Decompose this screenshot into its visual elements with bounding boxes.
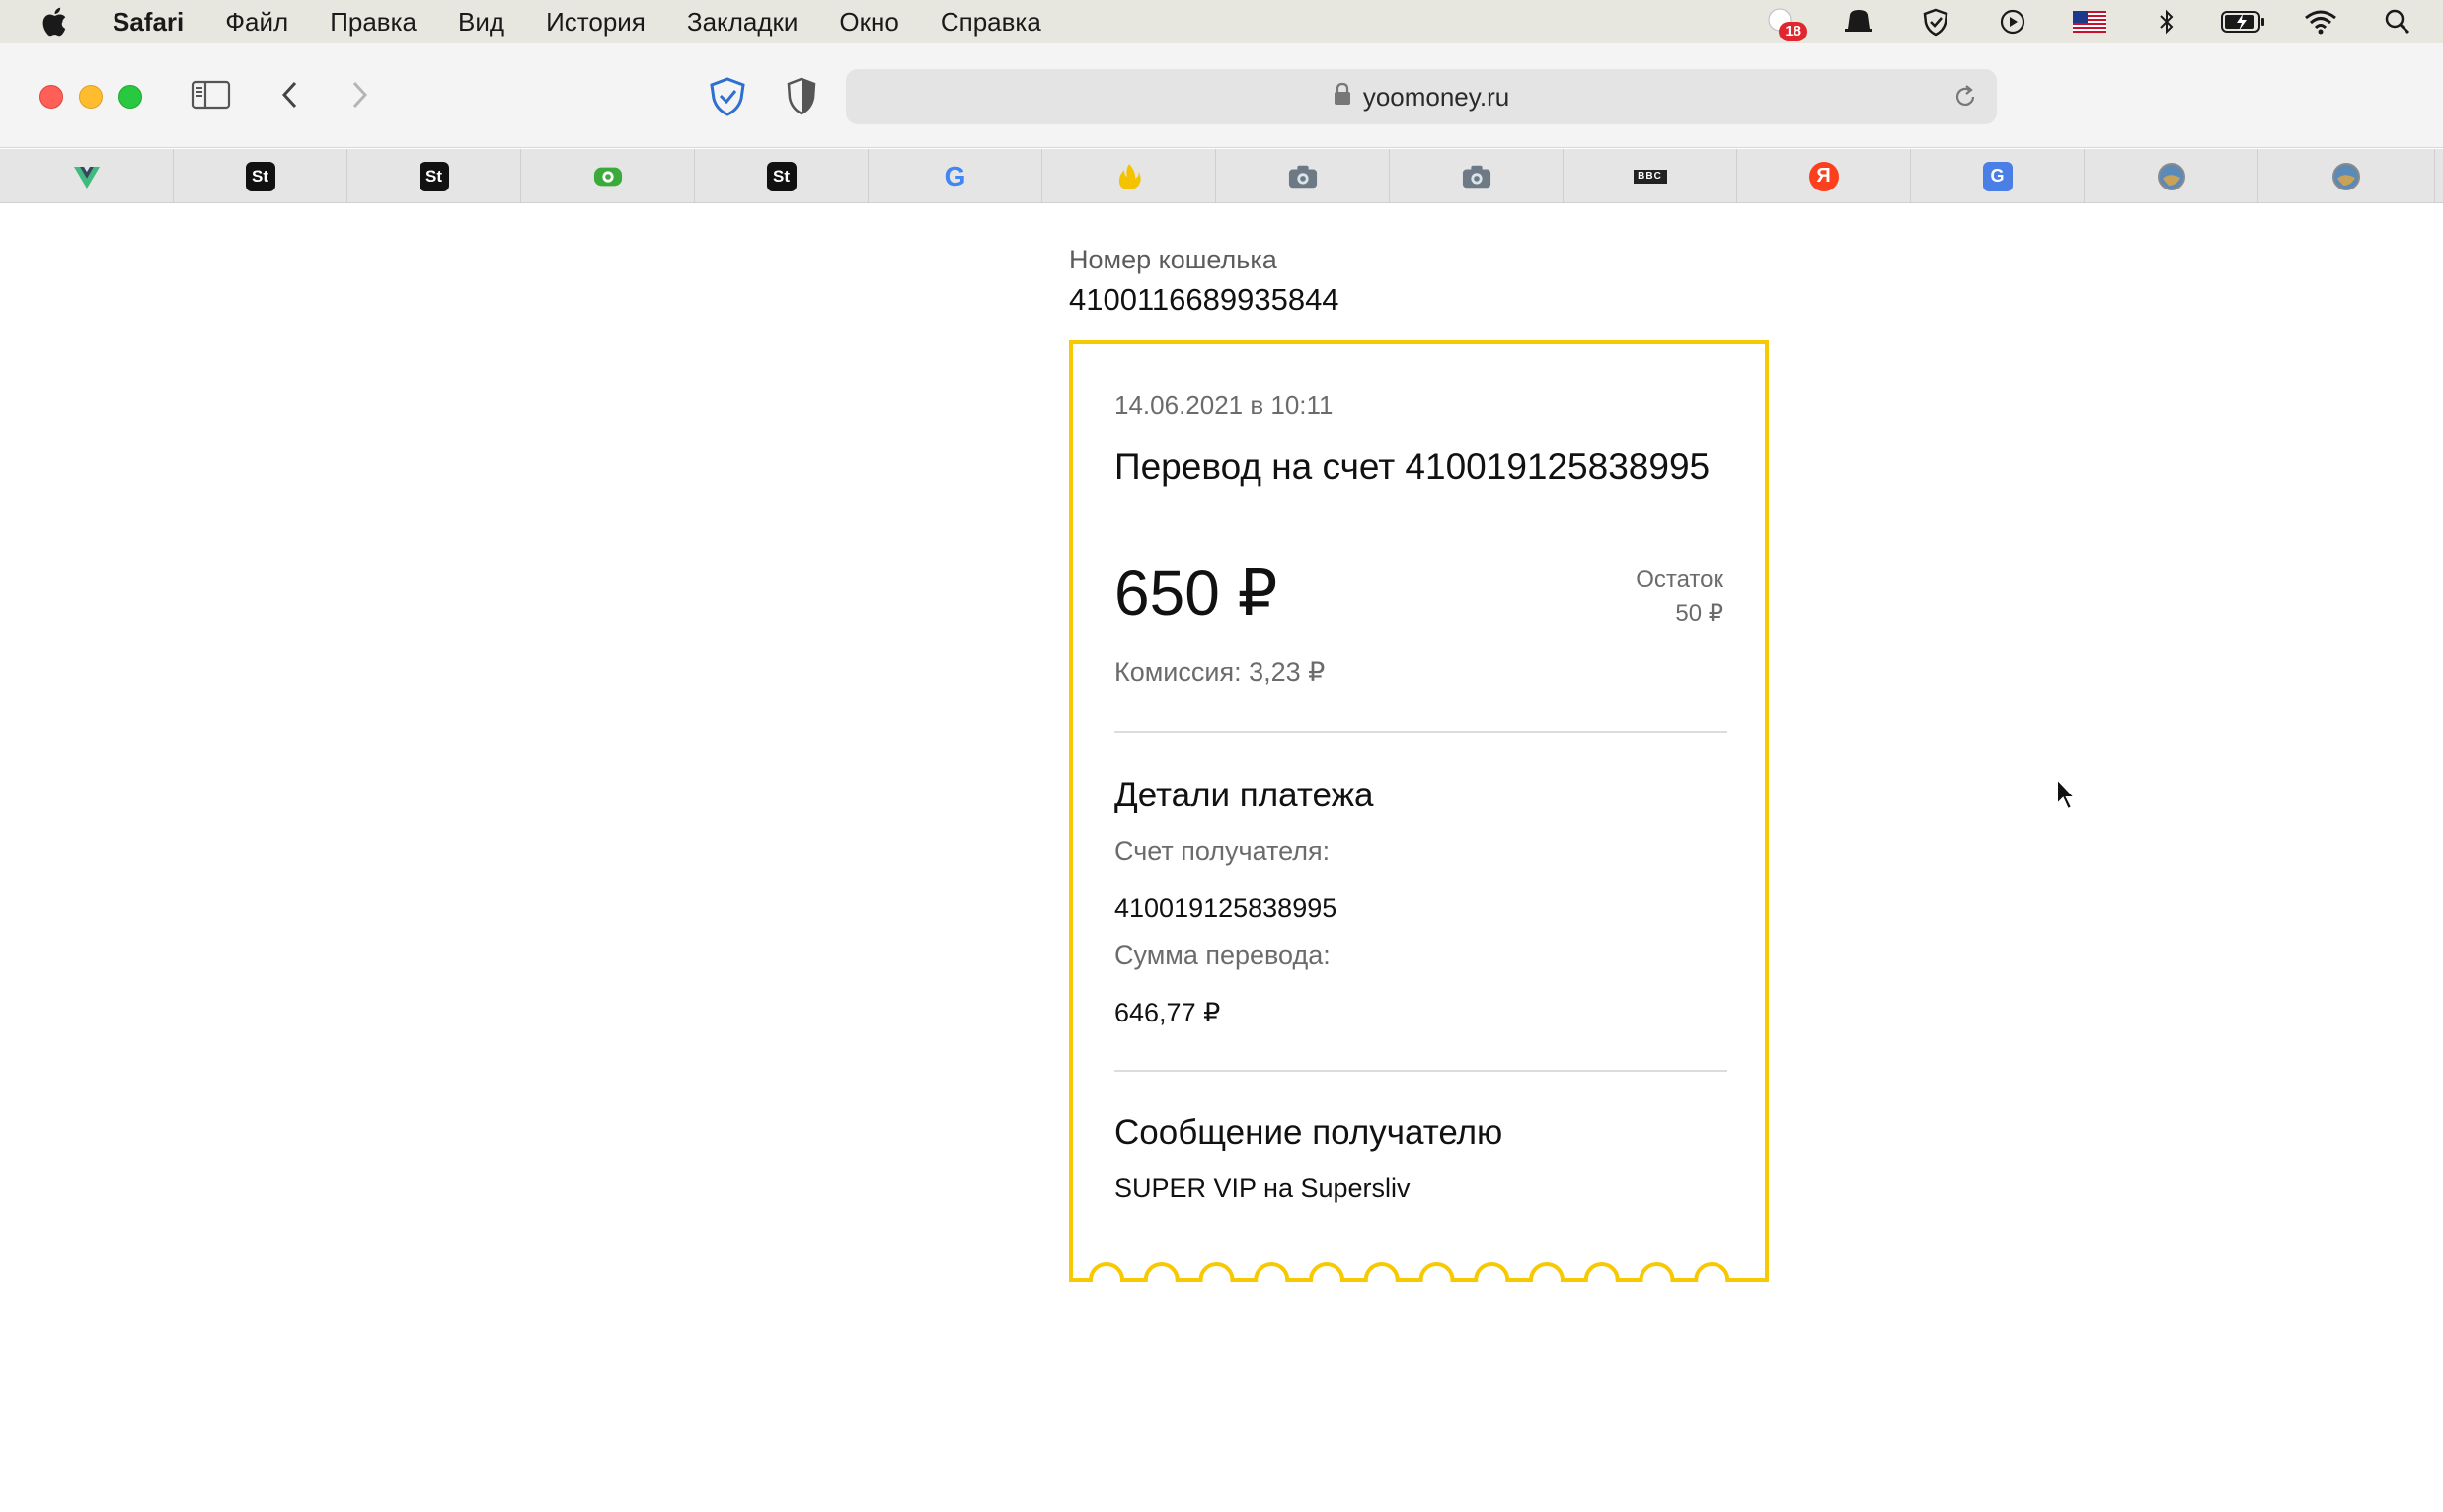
payment-receipt: 14.06.2021 в 10:11 Перевод на счет 41001… <box>1069 340 1769 1282</box>
wallet-number: 4100116689935844 <box>1069 282 1339 317</box>
notification-badge: 18 <box>1779 22 1807 41</box>
message-heading: Сообщение получателю <box>1114 1113 1503 1152</box>
menu-edit[interactable]: Правка <box>330 7 417 38</box>
payment-amount: 650 ₽ <box>1114 558 1278 629</box>
tab-14[interactable] <box>2258 149 2435 203</box>
tab-11[interactable]: Я <box>1737 149 1911 203</box>
back-icon[interactable] <box>278 79 302 111</box>
money-icon <box>593 162 623 191</box>
menu-bar: Safari Файл Правка Вид История Закладки … <box>0 0 2443 43</box>
tab-4[interactable] <box>521 149 695 203</box>
payment-title: Перевод на счет 410019125838995 <box>1114 446 1711 487</box>
privacy-shield-icon[interactable] <box>786 77 817 116</box>
apple-icon[interactable] <box>39 5 73 38</box>
adguard-shield-icon[interactable] <box>709 77 746 116</box>
divider <box>1114 1070 1727 1072</box>
tab-2[interactable]: St <box>174 149 347 203</box>
tab-8[interactable] <box>1216 149 1390 203</box>
balance-value: 50 ₽ <box>1675 600 1723 627</box>
shield-check-icon[interactable] <box>1912 0 1959 43</box>
balance-label: Остаток <box>1636 567 1723 593</box>
bluetooth-icon[interactable] <box>2143 0 2190 43</box>
commission-text: Комиссия: 3,23 ₽ <box>1114 657 1326 687</box>
reload-icon[interactable] <box>1951 83 1979 115</box>
battery-icon[interactable] <box>2220 0 2267 43</box>
receipt-scallop-edge <box>1069 1262 1769 1282</box>
globe-icon <box>2157 162 2186 191</box>
st-icon: St <box>245 161 275 191</box>
url-text[interactable]: yoomoney.ru <box>1363 82 1509 113</box>
tab-13[interactable] <box>2085 149 2258 203</box>
notification-icon[interactable]: 18 <box>1758 0 1807 43</box>
us-flag-icon[interactable] <box>2066 0 2113 43</box>
tab-6[interactable]: G <box>869 149 1042 203</box>
minimize-window-button[interactable] <box>79 85 103 109</box>
payment-date: 14.06.2021 в 10:11 <box>1114 390 1334 419</box>
tab-5[interactable]: St <box>695 149 869 203</box>
forward-icon[interactable] <box>347 79 371 111</box>
sidebar-icon[interactable] <box>191 79 231 111</box>
wallet-label: Номер кошелька <box>1069 245 1277 274</box>
browser-toolbar: yoomoney.ru <box>0 43 2443 148</box>
menu-window[interactable]: Окно <box>839 7 898 38</box>
wifi-icon[interactable] <box>2297 0 2344 43</box>
tab-7[interactable] <box>1042 149 1216 203</box>
close-window-button[interactable] <box>39 85 63 109</box>
transfer-sum-value: 646,77 ₽ <box>1114 998 1221 1027</box>
st-icon: St <box>766 161 797 191</box>
divider <box>1114 731 1727 733</box>
tab-1[interactable] <box>0 149 174 203</box>
translate-icon: G <box>1982 161 2013 191</box>
menu-bookmarks[interactable]: Закладки <box>687 7 799 38</box>
recipient-value: 410019125838995 <box>1114 893 1337 923</box>
mouse-cursor-icon <box>2055 776 2081 817</box>
yandex-icon: Я <box>1808 161 1839 191</box>
address-bar[interactable]: yoomoney.ru <box>846 69 1997 124</box>
menu-help[interactable]: Справка <box>941 7 1041 38</box>
message-value: SUPER VIP на Supersliv <box>1114 1173 1411 1203</box>
globe-icon <box>2331 162 2361 191</box>
play-icon[interactable] <box>1989 0 2036 43</box>
camera-icon <box>1462 162 1491 191</box>
menu-view[interactable]: Вид <box>458 7 504 38</box>
flame-icon <box>1114 162 1144 191</box>
tab-bar: St St St G BBC Я G <box>0 149 2443 203</box>
st-icon: St <box>419 161 449 191</box>
fullscreen-window-button[interactable] <box>118 85 142 109</box>
menu-file[interactable]: Файл <box>225 7 288 38</box>
spotlight-search-icon[interactable] <box>2374 0 2421 43</box>
vue-icon <box>72 162 102 191</box>
tab-10[interactable]: BBC <box>1564 149 1737 203</box>
tab-9[interactable] <box>1390 149 1564 203</box>
tab-12[interactable]: G <box>1911 149 2085 203</box>
menu-app-name[interactable]: Safari <box>113 7 184 38</box>
google-icon: G <box>944 160 966 191</box>
menu-history[interactable]: История <box>546 7 646 38</box>
recipient-label: Счет получателя: <box>1114 836 1331 866</box>
status-area: 18 <box>1728 0 2443 43</box>
camera-icon <box>1288 162 1318 191</box>
transfer-sum-label: Сумма перевода: <box>1114 941 1331 970</box>
details-heading: Детали платежа <box>1114 776 1374 814</box>
tab-3[interactable]: St <box>347 149 521 203</box>
lock-icon <box>1334 82 1351 113</box>
bell-icon[interactable] <box>1835 0 1882 43</box>
bbc-icon: BBC <box>1633 169 1667 184</box>
